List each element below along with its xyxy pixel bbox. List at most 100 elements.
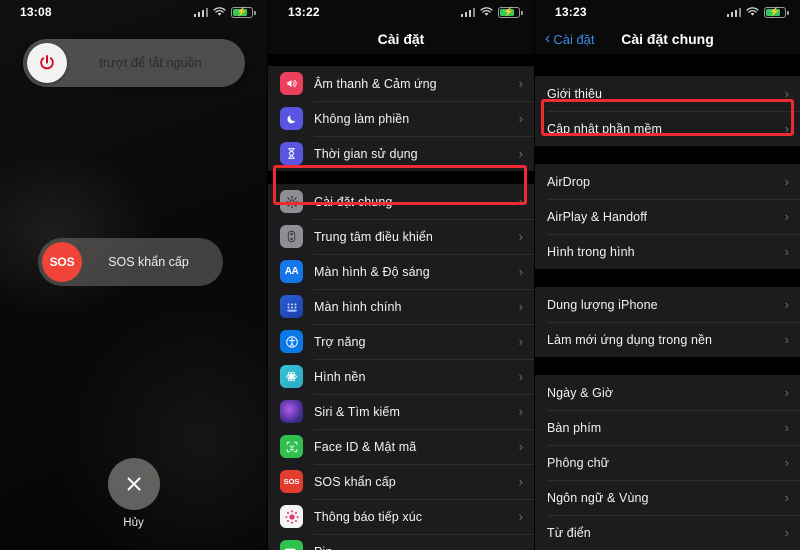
chevron-right-icon: ›: [519, 545, 523, 550]
back-button[interactable]: ‹ Cài đặt: [545, 31, 595, 47]
status-time: 13:23: [555, 5, 587, 19]
settings-row-control-center[interactable]: Trung tâm điều khiển ›: [268, 219, 534, 254]
sos-icon: SOS: [280, 470, 303, 493]
chevron-right-icon: ›: [518, 369, 523, 384]
battery-icon: ⚡: [764, 6, 789, 18]
slide-to-power-off-label: trượt để tắt nguồn: [99, 56, 202, 70]
speaker-icon: [280, 72, 303, 95]
general-row-label: Giới thiệu: [547, 86, 603, 101]
chevron-right-icon: ›: [518, 334, 523, 349]
general-group-1: Giới thiệu › Cập nhật phần mềm ›: [535, 76, 800, 146]
chevron-right-icon: ›: [784, 174, 789, 189]
status-time: 13:08: [20, 5, 52, 19]
settings-row-label: Siri & Tìm kiếm: [314, 404, 400, 419]
chevron-right-icon: ›: [518, 146, 523, 161]
back-button-label: Cài đặt: [553, 31, 595, 47]
settings-row-emergency-sos[interactable]: SOS SOS khẩn cấp ›: [268, 464, 534, 499]
chevron-right-icon: ›: [518, 194, 523, 209]
general-row-airdrop[interactable]: AirDrop ›: [535, 164, 800, 199]
accessibility-icon: [280, 330, 303, 353]
battery-icon: [280, 540, 303, 550]
general-row-about[interactable]: Giới thiệu ›: [535, 76, 800, 111]
panel-general-settings: 13:23 ⚡ ‹ Cài đặt Cài đặt chung Giới thi…: [534, 0, 800, 550]
settings-row-battery[interactable]: Pin ›: [268, 534, 534, 550]
settings-row-exposure-notifications[interactable]: Thông báo tiếp xúc ›: [268, 499, 534, 534]
close-icon[interactable]: [107, 458, 160, 510]
section-gap: [268, 54, 534, 66]
settings-row-accessibility[interactable]: Trợ năng ›: [268, 324, 534, 359]
battery-icon: ⚡: [231, 6, 256, 18]
general-row-keyboard[interactable]: Bàn phím ›: [535, 410, 800, 445]
three-phone-screenshots: 13:08 ⚡ trượt để tắt nguồn SOS SOS khẩn …: [0, 0, 800, 550]
general-row-label: Ngày & Giờ: [547, 385, 614, 400]
general-row-iphone-storage[interactable]: Dung lượng iPhone ›: [535, 287, 800, 322]
hourglass-icon: [280, 142, 303, 165]
general-row-date-time[interactable]: Ngày & Giờ ›: [535, 375, 800, 410]
general-row-fonts[interactable]: Phông chữ ›: [535, 445, 800, 480]
cellular-signal-icon: [726, 7, 741, 17]
settings-row-label: Cài đặt chung: [314, 194, 393, 209]
settings-row-home-screen[interactable]: Màn hình chính ›: [268, 289, 534, 324]
general-row-label: Hình trong hình: [547, 244, 635, 259]
wallpaper-icon: [280, 365, 303, 388]
general-row-label: Phông chữ: [547, 455, 610, 470]
settings-group-2: Cài đặt chung › Trung tâm điều khiển › A…: [268, 184, 534, 550]
display-aa-icon: AA: [280, 260, 303, 283]
chevron-right-icon: ›: [784, 490, 789, 505]
nav-bar: ‹ Cài đặt Cài đặt chung: [535, 24, 800, 54]
chevron-right-icon: ›: [518, 229, 523, 244]
emergency-sos-label: SOS khẩn cấp: [108, 255, 189, 269]
general-row-language-region[interactable]: Ngôn ngữ & Vùng ›: [535, 480, 800, 515]
section-gap: [535, 54, 800, 76]
wifi-icon: [746, 7, 759, 17]
chevron-right-icon: ›: [784, 209, 789, 224]
general-row-dictionary[interactable]: Từ điển ›: [535, 515, 800, 550]
chevron-right-icon: ›: [784, 332, 789, 347]
settings-row-label: Âm thanh & Cảm ứng: [314, 76, 437, 91]
general-row-picture-in-picture[interactable]: Hình trong hình ›: [535, 234, 800, 269]
chevron-right-icon: ›: [518, 474, 523, 489]
chevron-left-icon: ‹: [545, 30, 551, 47]
settings-row-label: Không làm phiền: [314, 111, 410, 126]
settings-row-general[interactable]: Cài đặt chung ›: [268, 184, 534, 219]
home-screen-icon: [280, 295, 303, 318]
settings-row-siri-search[interactable]: Siri & Tìm kiếm ›: [268, 394, 534, 429]
panel-power-off: 13:08 ⚡ trượt để tắt nguồn SOS SOS khẩn …: [0, 0, 267, 550]
battery-icon: ⚡: [498, 6, 523, 18]
section-gap: [268, 171, 534, 184]
cancel-area: Hủy: [0, 458, 267, 529]
general-row-label: Từ điển: [547, 525, 591, 540]
siri-icon: [280, 400, 303, 423]
general-group-3: Dung lượng iPhone › Làm mới ứng dụng tro…: [535, 287, 800, 357]
cellular-signal-icon: [460, 7, 475, 17]
section-gap: [535, 357, 800, 375]
chevron-right-icon: ›: [784, 525, 789, 540]
settings-row-label: Màn hình & Độ sáng: [314, 264, 430, 279]
gear-icon: [280, 190, 303, 213]
settings-row-display-brightness[interactable]: AA Màn hình & Độ sáng ›: [268, 254, 534, 289]
cellular-signal-icon: [193, 7, 208, 17]
sos-icon[interactable]: SOS: [42, 242, 82, 282]
chevron-right-icon: ›: [518, 509, 523, 524]
general-row-background-app-refresh[interactable]: Làm mới ứng dụng trong nền ›: [535, 322, 800, 357]
power-icon[interactable]: [26, 43, 67, 83]
panel-settings: 13:22 ⚡ Cài đặt Âm thanh & Cảm ứng › Khô…: [267, 0, 534, 550]
chevron-right-icon: ›: [784, 455, 789, 470]
exposure-notification-icon: [280, 505, 303, 528]
settings-row-label: Trợ năng: [314, 334, 366, 349]
chevron-right-icon: ›: [784, 297, 789, 312]
slide-to-power-off[interactable]: trượt để tắt nguồn: [22, 39, 245, 87]
cancel-label: Hủy: [123, 517, 144, 529]
settings-row-face-id[interactable]: Face ID & Mật mã ›: [268, 429, 534, 464]
page-title: Cài đặt: [268, 24, 534, 54]
settings-row-sound[interactable]: Âm thanh & Cảm ứng ›: [268, 66, 534, 101]
general-row-label: Ngôn ngữ & Vùng: [547, 490, 649, 505]
settings-row-do-not-disturb[interactable]: Không làm phiền ›: [268, 101, 534, 136]
settings-row-screen-time[interactable]: Thời gian sử dụng ›: [268, 136, 534, 171]
general-row-software-update[interactable]: Cập nhật phần mềm ›: [535, 111, 800, 146]
emergency-sos-slider[interactable]: SOS SOS khẩn cấp: [38, 238, 223, 286]
chevron-right-icon: ›: [518, 76, 523, 91]
general-row-airplay-handoff[interactable]: AirPlay & Handoff ›: [535, 199, 800, 234]
settings-row-wallpaper[interactable]: Hình nền ›: [268, 359, 534, 394]
status-time: 13:22: [288, 5, 320, 19]
